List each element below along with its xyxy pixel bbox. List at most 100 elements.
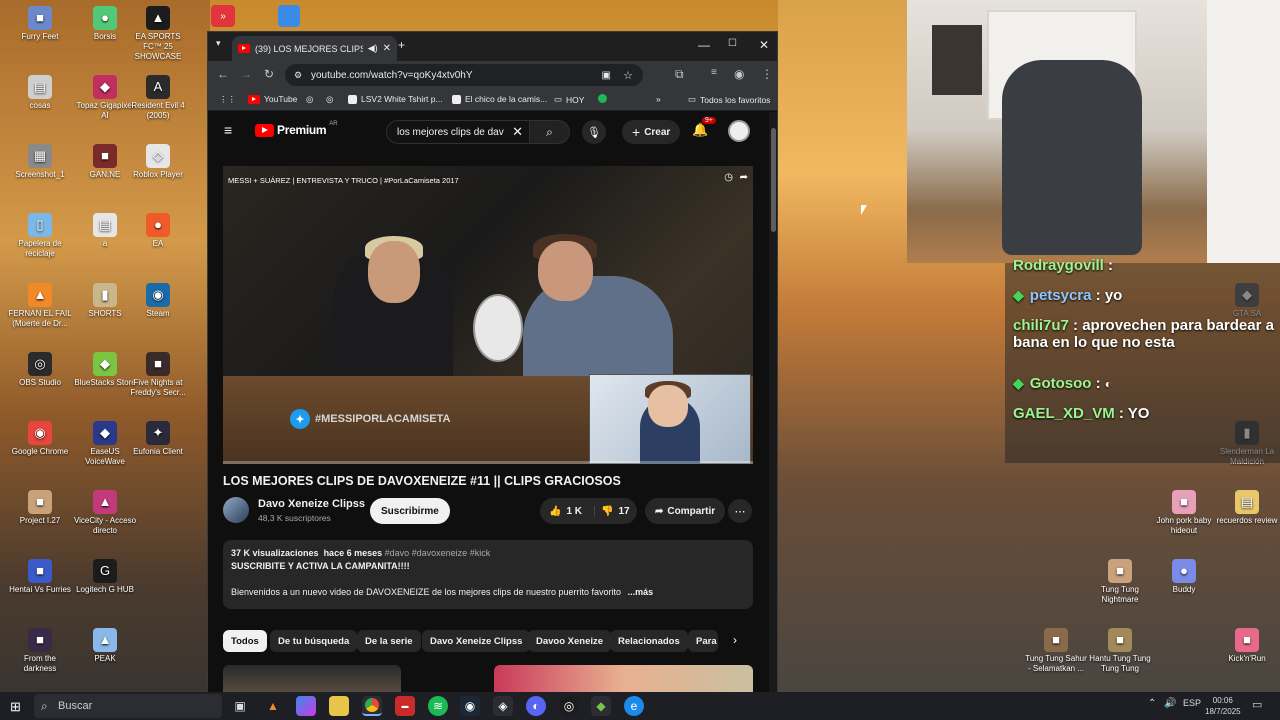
chip-de-tu-busqueda[interactable]: De tu búsqueda	[270, 630, 358, 652]
profile-icon[interactable]: ◉	[734, 67, 744, 81]
channel-name[interactable]: Davo Xeneize Clipss	[258, 498, 365, 510]
desktop-shortcut-icon[interactable]: A Resident Evil 4 (2005)	[126, 75, 190, 121]
subscribe-button[interactable]: Suscribirme	[370, 498, 450, 524]
search-input[interactable]: los mejores clips de dav ✕	[386, 120, 530, 144]
chip-relacionados[interactable]: Relacionados	[610, 630, 688, 652]
tray-overflow-icon[interactable]: ⌃	[1148, 698, 1156, 709]
video-player[interactable]: MESSI + SUÁREZ | ENTREVISTA Y TRUCO | #P…	[223, 166, 753, 464]
back-button[interactable]: ←	[217, 67, 229, 81]
windows-start-icon[interactable]: ⊞	[10, 699, 21, 715]
share-arrow-icon[interactable]: ➦	[740, 172, 748, 183]
minimize-button[interactable]: —	[698, 38, 710, 52]
desktop-shortcut-icon[interactable]: ■ Hantu Tung Tung Tung Tung	[1088, 628, 1152, 674]
create-button[interactable]: + Crear	[622, 120, 681, 144]
notification-center-icon[interactable]: ▭	[1252, 698, 1262, 711]
address-bar[interactable]: ⚙ youtube.com/watch?v=qoKy4xtv0hY ▣ ☆	[285, 64, 643, 86]
desktop-shortcut-icon[interactable]: ■ Furry Feet	[8, 6, 72, 42]
desktop-shortcut-icon[interactable]: ■ From the darkness	[8, 628, 72, 674]
forward-button[interactable]: →	[240, 67, 252, 81]
audio-icon[interactable]: ◀)	[368, 43, 378, 54]
watch-later-icon[interactable]: ◷	[724, 172, 733, 183]
desktop-shortcut-icon[interactable]: ■ Project I.27	[8, 490, 72, 526]
bookmark-star-icon[interactable]: ☆	[623, 69, 633, 82]
avatar[interactable]	[728, 120, 750, 142]
bookmark-spotify-icon[interactable]	[598, 94, 607, 103]
desktop-shortcut-icon[interactable]: ▦ Screenshot_1	[8, 144, 72, 180]
desktop-shortcut-icon[interactable]: ▤ recuerdos review	[1215, 490, 1279, 526]
chips-next-icon[interactable]: ›	[733, 633, 737, 647]
browser-tab[interactable]: (39) LOS MEJORES CLIPS DE DAVO ◀) ✕	[232, 36, 397, 61]
desktop-shortcut-icon[interactable]: ▲ ViceCity - Acceso directo	[73, 490, 137, 536]
obs-taskbar-icon[interactable]: ◎	[559, 696, 579, 716]
desktop-shortcut-icon[interactable]: ▤ cosas	[8, 75, 72, 111]
desktop-shortcut-icon[interactable]: ▲ FERNAN EL FAIL (Muerte de Dr...	[8, 283, 72, 329]
close-window-button[interactable]: ✕	[759, 38, 769, 52]
site-info-icon[interactable]: ⚙	[294, 70, 302, 81]
spotify-icon[interactable]: ≋	[428, 696, 448, 716]
youtube-logo[interactable]: Premium AR	[255, 121, 338, 137]
all-bookmarks[interactable]: ▭ Todos los favoritos	[688, 94, 770, 105]
language-indicator[interactable]: ESP	[1183, 698, 1201, 708]
desktop-shortcut-icon[interactable]: ■ John pork baby hideout	[1152, 490, 1216, 536]
video-thumbnail[interactable]	[494, 665, 753, 693]
bluestacks-taskbar-icon[interactable]: ◆	[591, 696, 611, 716]
desktop-shortcut-icon[interactable]: ◉ Steam	[126, 283, 190, 319]
file-explorer-icon[interactable]	[329, 696, 349, 716]
maximize-button[interactable]: ☐	[728, 38, 737, 49]
speaker-icon[interactable]: 🔊	[1164, 698, 1176, 709]
chip-para[interactable]: Para	[688, 630, 718, 652]
search-button[interactable]: ⌕	[530, 120, 570, 144]
media-control-icon[interactable]: ≡	[711, 67, 717, 78]
menu-icon[interactable]: ⋮	[761, 67, 773, 81]
chip-todos[interactable]: Todos	[223, 630, 267, 652]
hamburger-menu-icon[interactable]: ≡	[224, 122, 232, 138]
desktop-shortcut-icon[interactable]: ◇ Roblox Player	[126, 144, 190, 180]
video-thumbnail[interactable]	[223, 665, 401, 693]
task-view-icon[interactable]: ▣	[230, 696, 250, 716]
desktop-shortcut-icon[interactable]: ▲ PEAK	[73, 628, 137, 664]
chip-davo-xeneize-clipss[interactable]: Davo Xeneize Clipss	[422, 630, 531, 652]
desktop-shortcut-icon[interactable]: ■ Tung Tung Nightmare	[1088, 559, 1152, 605]
voicemod-icon[interactable]: ▬	[395, 696, 415, 716]
desktop-shortcut-icon[interactable]: ✦ Eufonia Client	[126, 421, 190, 457]
video-progress-bar[interactable]	[223, 461, 753, 464]
desktop-shortcut-icon[interactable]: ● Buddy	[1152, 559, 1216, 595]
more-actions-button[interactable]: ⋯	[728, 499, 752, 523]
desktop-shortcut-icon[interactable]: ▯ Papelera de reciclaje	[8, 213, 72, 259]
desktop-shortcut-icon[interactable]: ■ Five Nights at Freddy's Secr...	[126, 352, 190, 398]
description-box[interactable]: 37 K visualizaciones hace 6 meses #davo …	[223, 540, 753, 609]
bookmark-lsv2[interactable]: LSV2 White Tshirt p...	[348, 94, 443, 104]
more-bookmarks-icon[interactable]: »	[656, 94, 661, 104]
app-icon[interactable]: ◈	[493, 696, 513, 716]
desktop-shortcut-icon[interactable]: ● EA	[126, 213, 190, 249]
tab-close-icon[interactable]: ✕	[383, 43, 391, 54]
desktop-shortcut-icon[interactable]: ■ Kick'n'Run	[1215, 628, 1279, 664]
clear-search-icon[interactable]: ✕	[512, 124, 523, 140]
chip-de-la-serie[interactable]: De la serie	[357, 630, 421, 652]
desktop-shortcut-icon[interactable]: ◉ Google Chrome	[8, 421, 72, 457]
bookmark-youtube[interactable]: YouTube	[248, 94, 297, 104]
bookmark-globe-icon[interactable]: ◎	[306, 94, 313, 105]
show-more-link[interactable]: ...más	[628, 587, 654, 597]
bookmark-chico[interactable]: El chico de la camis...	[452, 94, 547, 104]
red-app-icon[interactable]: »	[211, 5, 235, 27]
new-tab-button[interactable]: +	[398, 38, 405, 52]
bookmark-hoy[interactable]: ▭ HOY	[554, 94, 584, 105]
dislike-button[interactable]: 👎 17	[595, 506, 630, 517]
voice-search-button[interactable]: 🎙	[582, 120, 606, 144]
reload-button[interactable]: ↻	[264, 67, 274, 81]
chrome-taskbar-icon[interactable]	[362, 696, 382, 716]
apps-icon[interactable]: ⋮⋮	[219, 94, 236, 105]
desktop-shortcut-icon[interactable]: G Logitech G HUB	[73, 559, 137, 595]
desktop-shortcut-icon[interactable]: ■ Hentai Vs Furries	[8, 559, 72, 595]
chip-davoo-xeneize[interactable]: Davoo Xeneize	[528, 630, 612, 652]
scrollbar-thumb[interactable]	[771, 128, 776, 232]
extensions-icon[interactable]: ⧉	[675, 67, 684, 82]
install-app-icon[interactable]: ▣	[602, 70, 611, 81]
notifications-button[interactable]: 🔔 9+	[692, 117, 716, 138]
edge-icon[interactable]: e	[624, 696, 644, 716]
discord-icon[interactable]: ◐	[526, 696, 546, 716]
steam-taskbar-icon[interactable]: ◉	[460, 696, 480, 716]
like-button[interactable]: 👍 1 K	[540, 505, 595, 517]
desktop-shortcut-icon[interactable]: ◎ OBS Studio	[8, 352, 72, 388]
